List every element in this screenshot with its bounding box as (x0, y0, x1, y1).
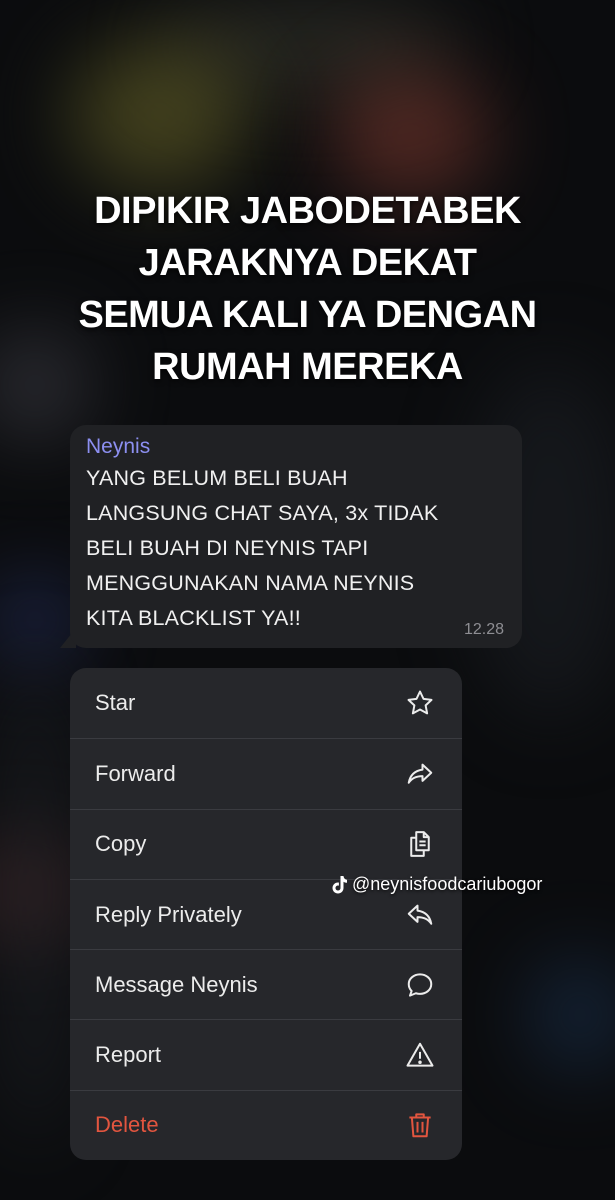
menu-item-message-neynis[interactable]: Message Neynis (70, 949, 462, 1019)
chat-bubble-icon (404, 969, 436, 1001)
menu-item-report[interactable]: Report (70, 1019, 462, 1089)
warning-icon (404, 1039, 436, 1071)
menu-item-label: Copy (95, 831, 147, 857)
menu-item-delete[interactable]: Delete (70, 1089, 462, 1160)
message-line: KITA BLACKLIST YA!! (86, 606, 301, 630)
menu-item-star[interactable]: Star (70, 668, 462, 738)
menu-item-label: Forward (95, 760, 176, 786)
menu-item-copy[interactable]: Copy (70, 808, 462, 879)
message-line: MENGGUNAKAN NAMA NEYNIS (86, 571, 415, 595)
reply-icon (404, 899, 436, 931)
message-line: BELI BUAH DI NEYNIS TAPI (86, 536, 369, 560)
star-icon (404, 687, 436, 719)
menu-item-forward[interactable]: Forward (70, 738, 462, 808)
menu-item-label: Delete (95, 1112, 159, 1138)
message-line: YANG BELUM BELI BUAH (86, 466, 348, 490)
copy-icon (404, 828, 436, 860)
message-timestamp: 12.28 (463, 621, 504, 638)
sender-name: Neynis (86, 435, 151, 458)
tiktok-watermark: @neynisfoodcariubogor (330, 874, 542, 895)
menu-item-label: Reply Privately (95, 901, 242, 927)
headline-line: JARAKNYA DEKAT (138, 242, 477, 284)
forward-icon (404, 758, 436, 790)
menu-item-label: Report (95, 1042, 162, 1068)
message-line: LANGSUNG CHAT SAYA, 3x TIDAK (86, 501, 439, 525)
tiktok-icon (330, 875, 348, 895)
menu-item-label: Message Neynis (95, 971, 258, 997)
headline-line: RUMAH MEREKA (152, 346, 463, 388)
headline-line: SEMUA KALI YA DENGAN (78, 294, 537, 336)
headline-line: DIPIKIR JABODETABEK (94, 190, 521, 232)
message-text: YANG BELUM BELI BUAH LANGSUNG CHAT SAYA,… (86, 461, 508, 636)
overlay-headline: DIPIKIR JABODETABEK JARAKNYA DEKAT SEMUA… (0, 185, 615, 393)
trash-icon (404, 1109, 436, 1141)
menu-item-label: Star (95, 690, 136, 716)
message-bubble[interactable]: Neynis YANG BELUM BELI BUAH LANGSUNG CHA… (70, 425, 522, 648)
message-context-menu: Star Forward Copy Reply Privately Messag… (70, 668, 462, 1160)
watermark-handle: @neynisfoodcariubogor (352, 874, 543, 894)
